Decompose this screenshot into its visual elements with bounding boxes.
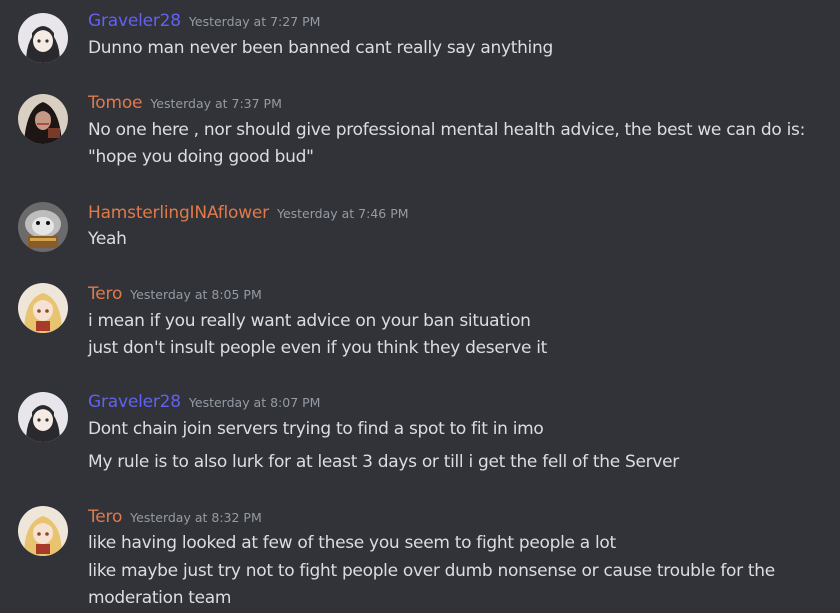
timestamp: Yesterday at 8:32 PM [130,510,262,525]
user-avatar[interactable] [18,202,68,252]
dark-haired-girl-icon [18,13,68,63]
timestamp: Yesterday at 8:07 PM [188,395,321,410]
message-text: No one here , nor should give profession… [88,120,806,140]
username[interactable]: Tero [88,284,122,304]
username[interactable]: Graveler28 [88,11,181,31]
message-text: just don't insult people even if you thi… [88,338,548,358]
message-header: Tero Yesterday at 8:05 PM [88,284,262,304]
timestamp: Yesterday at 8:05 PM [130,287,262,302]
dark-hooded-figure-icon [18,94,68,144]
username[interactable]: Graveler28 [88,392,181,412]
message-text: My rule is to also lurk for at least 3 d… [88,452,679,472]
username[interactable]: Tero [88,507,122,527]
message-header: HamsterlingINAflower Yesterday at 7:46 PM [88,203,409,223]
message-header: Graveler28 Yesterday at 7:27 PM [88,11,320,31]
blonde-girl-icon [18,283,68,333]
message-text: like having looked at few of these you s… [88,533,616,553]
user-avatar[interactable] [18,13,68,63]
timestamp: Yesterday at 7:27 PM [188,14,321,29]
username[interactable]: HamsterlingINAflower [88,203,269,223]
message-text: Dont chain join servers trying to find a… [88,419,544,439]
message-header: Tomoe Yesterday at 7:37 PM [88,93,282,113]
message-text: Dunno man never been banned cant really … [88,38,553,58]
dark-haired-girl-icon [18,392,68,442]
message-header: Graveler28 Yesterday at 8:07 PM [88,392,320,412]
user-avatar[interactable] [18,283,68,333]
grey-hamster-icon [18,202,68,252]
user-avatar[interactable] [18,94,68,144]
user-avatar[interactable] [18,506,68,556]
message-text: Yeah [88,229,127,249]
message-header: Tero Yesterday at 8:32 PM [88,507,262,527]
message-text: like maybe just try not to fight people … [88,561,775,581]
timestamp: Yesterday at 7:46 PM [276,206,409,221]
timestamp: Yesterday at 7:37 PM [150,96,282,111]
message-text: i mean if you really want advice on your… [88,311,531,331]
user-avatar[interactable] [18,392,68,442]
message-text: moderation team [88,588,232,608]
username[interactable]: Tomoe [88,93,143,113]
message-text: "hope you doing good bud" [88,147,314,167]
blonde-girl-icon [18,506,68,556]
